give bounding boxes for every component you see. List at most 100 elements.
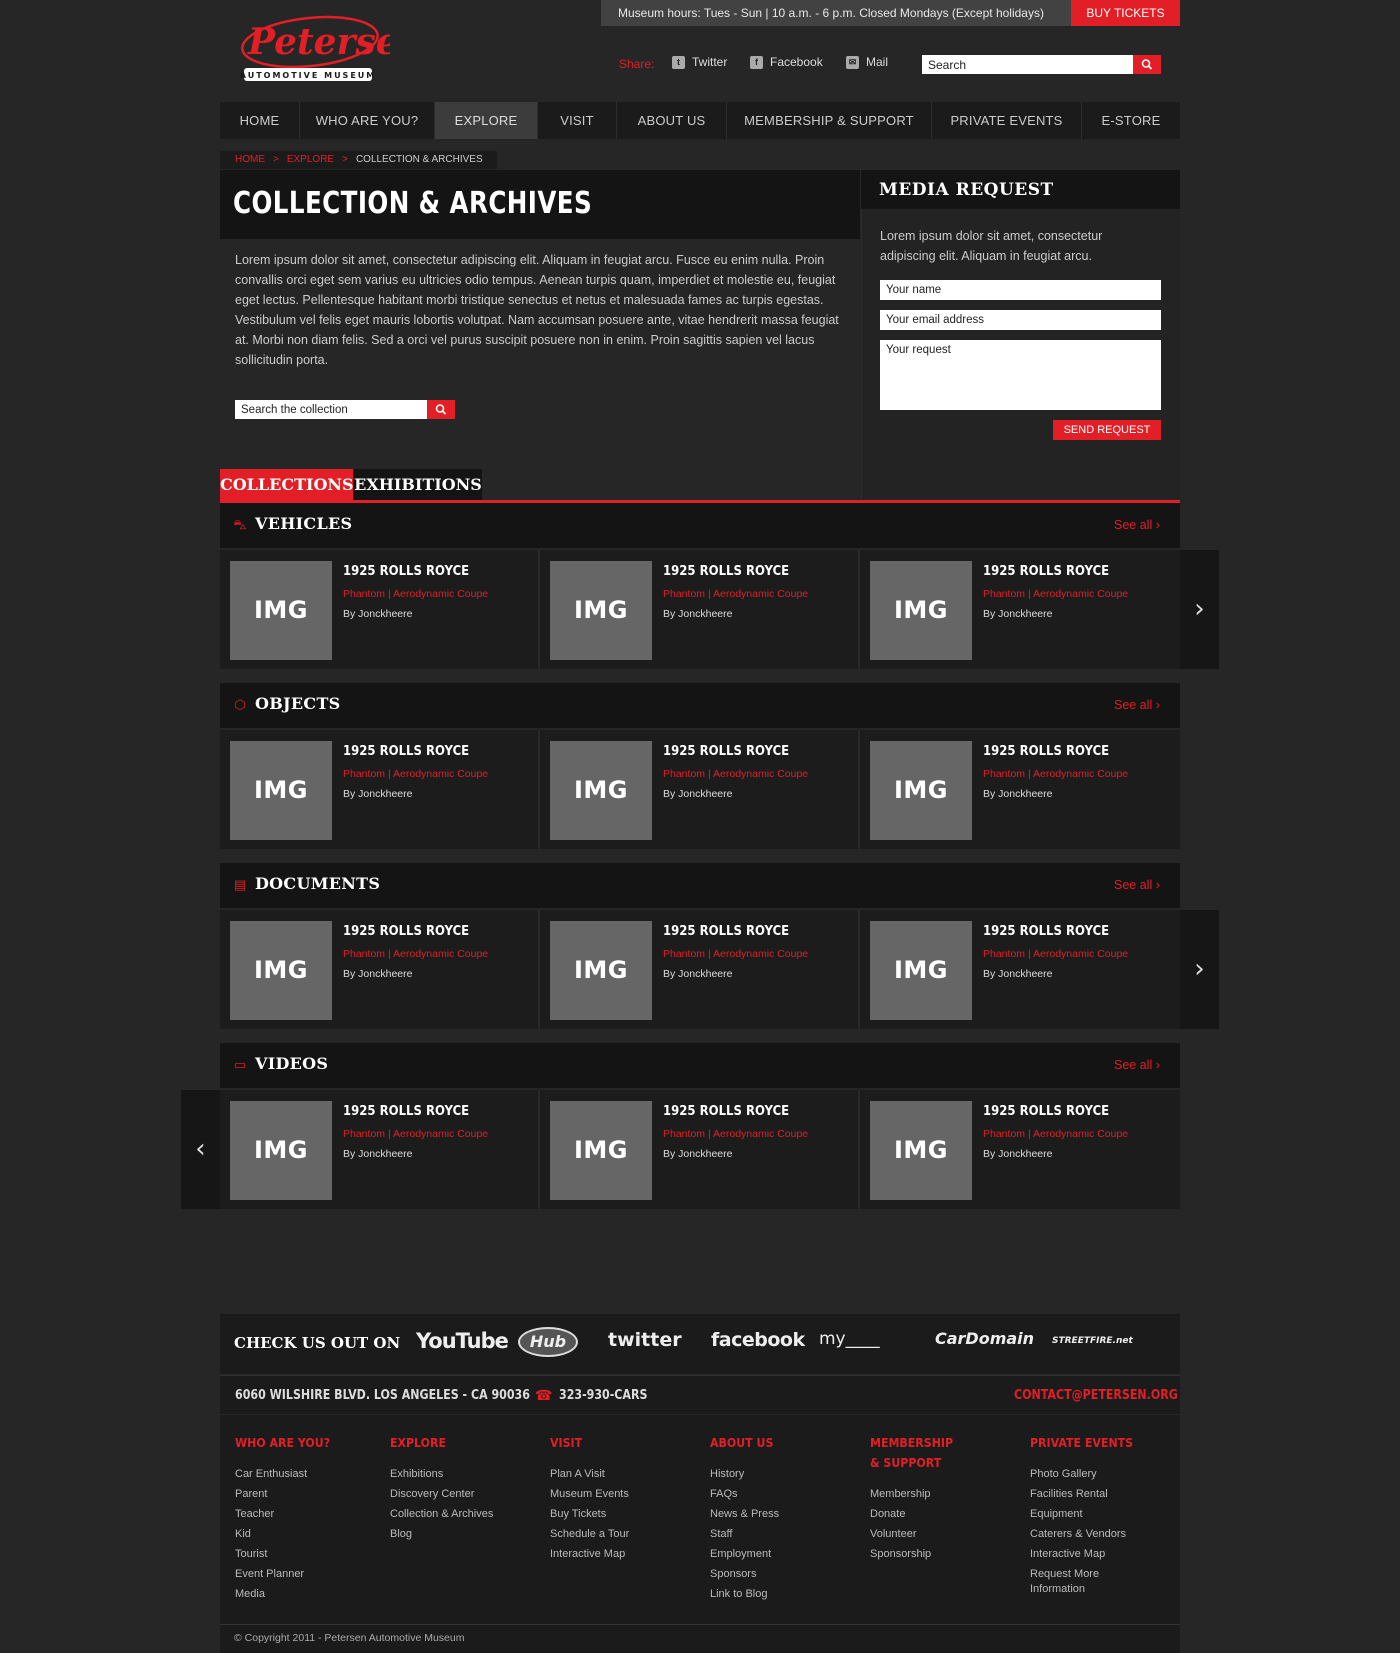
tab-exhibitions[interactable]: EXHIBITIONS [354,469,482,501]
collection-card[interactable]: IMG 1925 ROLLS ROYCE Phantom | Aerodynamic… [220,730,539,849]
search-icon [1141,59,1153,70]
search-input[interactable] [922,55,1133,74]
footer-link[interactable]: Car Enthusiast [235,1464,355,1484]
footer-link[interactable]: Volunteer [870,1524,990,1544]
card-byline: By Jonckheere [983,788,1053,800]
share-facebook[interactable]: f Facebook [750,55,823,69]
collection-card[interactable]: IMG 1925 ROLLS ROYCE Phantom | Aerodynamic… [860,550,1180,669]
footer-heading[interactable]: VISIT [550,1433,582,1453]
footer-link[interactable]: Media [235,1584,355,1604]
nav-e-store[interactable]: E-STORE [1082,102,1180,139]
footer-link[interactable]: FAQs [710,1484,830,1504]
footer-link[interactable]: Caterers & Vendors [1030,1524,1150,1544]
twitter-link[interactable]: twitter [608,1329,682,1351]
collection-card[interactable]: IMG 1925 ROLLS ROYCE Phantom | Aerodynamic… [220,1090,539,1209]
card-byline: By Jonckheere [983,968,1053,980]
footer-link[interactable]: Donate [870,1504,990,1524]
nav-explore[interactable]: EXPLORE [435,102,538,139]
see-all-link[interactable]: See all › [1114,878,1160,892]
share-mail[interactable]: ✉ Mail [846,55,888,69]
footer-link[interactable]: Interactive Map [1030,1544,1150,1564]
breadcrumb-home[interactable]: HOME [235,151,265,169]
buy-tickets-button[interactable]: BUY TICKETS [1071,0,1180,26]
card-subtitle: Phantom | Aerodynamic Coupe [663,768,809,780]
tab-collections[interactable]: COLLECTIONS [220,469,354,501]
nav-home[interactable]: HOME [220,102,300,139]
footer-link[interactable]: History [710,1464,830,1484]
footer-link[interactable]: Staff [710,1524,830,1544]
footer-link[interactable]: Photo Gallery [1030,1464,1150,1484]
collection-search-button[interactable] [427,400,455,419]
footer-link[interactable]: Discovery Center [390,1484,510,1504]
footer-link[interactable]: Membership [870,1484,990,1504]
card-title: 1925 ROLLS ROYCE [343,924,470,939]
footer-link[interactable]: Parent [235,1484,355,1504]
prev-arrow-button[interactable]: ‹ [181,1090,220,1209]
footer-link[interactable]: Schedule a Tour [550,1524,670,1544]
share-twitter[interactable]: t Twitter [672,55,727,69]
footer-link[interactable]: Museum Events [550,1484,670,1504]
footer-link[interactable]: Sponsors [710,1564,830,1584]
hub-link[interactable]: Hub [518,1327,578,1357]
search-button[interactable] [1133,55,1161,74]
send-request-button[interactable]: SEND REQUEST [1053,420,1161,440]
petersen-logo[interactable]: Petersen AUTOMOTIVE MUSEUM [240,8,425,84]
footer-link[interactable]: Interactive Map [550,1544,670,1564]
nav-private-events[interactable]: PRIVATE EVENTS [932,102,1082,139]
breadcrumb-explore[interactable]: EXPLORE [287,151,334,169]
myspace-link[interactable]: my____ [819,1329,880,1349]
name-field[interactable] [880,280,1161,300]
footer-link[interactable]: News & Press [710,1504,830,1524]
card-image: IMG [870,741,972,840]
footer-link[interactable]: Teacher [235,1504,355,1524]
nav-visit[interactable]: VISIT [538,102,617,139]
collection-card[interactable]: IMG 1925 ROLLS ROYCE Phantom | Aerodynamic… [860,730,1180,849]
footer-heading[interactable]: ABOUT US [710,1433,773,1453]
nav-who-are-you[interactable]: WHO ARE YOU? [300,102,435,139]
request-field[interactable]: Your request [880,340,1161,410]
footer-link[interactable]: Blog [390,1524,510,1544]
footer-heading[interactable]: MEMBERSHIP & SUPPORT [870,1433,953,1473]
footer-link[interactable]: Equipment [1030,1504,1150,1524]
phone-number: 323-930-CARS [559,1388,648,1403]
streetfire-link[interactable]: STREETFIRE.net [1052,1336,1133,1346]
contact-email-link[interactable]: CONTACT@PETERSEN.ORG [1014,1388,1178,1403]
footer-link[interactable]: Sponsorship [870,1544,990,1564]
footer-link[interactable]: Link to Blog [710,1584,830,1604]
see-all-link[interactable]: See all › [1114,1058,1160,1072]
footer-link[interactable]: Event Planner [235,1564,355,1584]
footer-link[interactable]: Employment [710,1544,830,1564]
collection-card[interactable]: IMG 1925 ROLLS ROYCE Phantom | Aerodynamic… [860,1090,1180,1209]
next-arrow-button[interactable]: › [1180,910,1219,1029]
collection-card[interactable]: IMG 1925 ROLLS ROYCE Phantom | Aerodynamic… [540,910,859,1029]
cardomain-link[interactable]: CarDomain [935,1329,1034,1348]
collection-card[interactable]: IMG 1925 ROLLS ROYCE Phantom | Aerodynamic… [220,550,539,669]
email-field[interactable] [880,310,1161,330]
card-image: IMG [550,561,652,660]
footer-link[interactable]: Kid [235,1524,355,1544]
footer-link[interactable]: Facilities Rental [1030,1484,1150,1504]
footer-link[interactable]: Exhibitions [390,1464,510,1484]
facebook-link[interactable]: facebook [711,1329,805,1351]
footer-heading[interactable]: PRIVATE EVENTS [1030,1433,1133,1453]
footer-link[interactable]: Collection & Archives [390,1504,510,1524]
collection-card[interactable]: IMG 1925 ROLLS ROYCE Phantom | Aerodynamic… [860,910,1180,1029]
footer-link[interactable]: Buy Tickets [550,1504,670,1524]
next-arrow-button[interactable]: › [1180,550,1219,669]
footer-link[interactable]: Plan A Visit [550,1464,670,1484]
collection-card[interactable]: IMG 1925 ROLLS ROYCE Phantom | Aerodynamic… [540,1090,859,1209]
footer-link[interactable]: Request More Information [1030,1567,1120,1597]
collection-card[interactable]: IMG 1925 ROLLS ROYCE Phantom | Aerodynamic… [540,730,859,849]
footer-heading[interactable]: WHO ARE YOU? [235,1433,330,1453]
youtube-link[interactable]: YouTube [416,1329,509,1353]
footer-link[interactable]: Tourist [235,1544,355,1564]
collection-search-input[interactable] [235,400,427,419]
see-all-link[interactable]: See all › [1114,518,1160,532]
collection-card[interactable]: IMG 1925 ROLLS ROYCE Phantom | Aerodynamic… [540,550,859,669]
nav-membership-support[interactable]: MEMBERSHIP & SUPPORT [727,102,932,139]
footer-heading[interactable]: EXPLORE [390,1433,446,1453]
collection-card[interactable]: IMG 1925 ROLLS ROYCE Phantom | Aerodynamic… [220,910,539,1029]
nav-about-us[interactable]: ABOUT US [617,102,727,139]
see-all-link[interactable]: See all › [1114,698,1160,712]
card-subtitle: Phantom | Aerodynamic Coupe [343,948,489,960]
